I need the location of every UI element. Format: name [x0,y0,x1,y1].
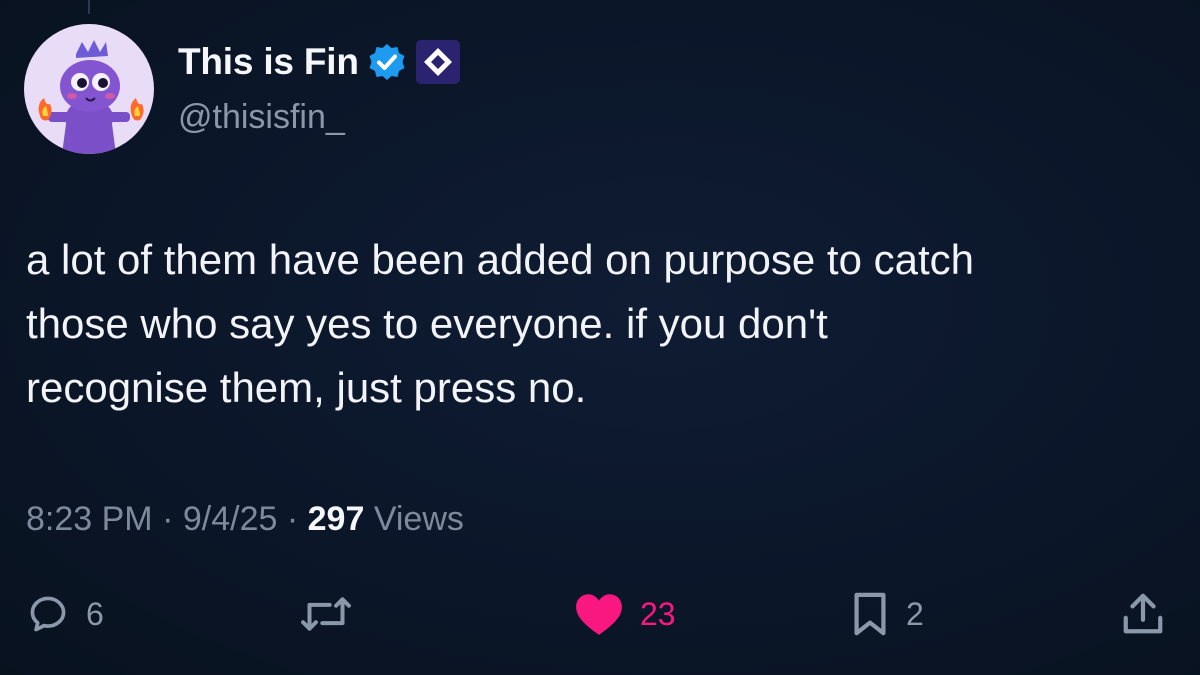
tweet-text-line: those who say yes to everyone. if you do… [26,300,828,347]
thread-connector-line [88,0,90,14]
meta-separator: · [286,500,299,538]
views-count: 297 [307,500,365,538]
share-icon [1123,593,1163,634]
tweet-text-line: recognise them, just press no. [26,364,587,411]
author-display-name[interactable]: This is Fin [178,41,359,83]
reply-icon [30,596,66,632]
avatar[interactable] [24,24,154,154]
tweet-text: a lot of them have been added on purpose… [26,228,1176,420]
bookmark-icon [854,592,886,636]
like-button[interactable]: 23 [574,590,676,638]
tweet-text-line: a lot of them have been added on purpose… [26,236,975,283]
repost-button[interactable] [298,590,354,638]
heart-icon [576,594,622,635]
author-handle[interactable]: @thisisfin_ [178,98,345,137]
like-count: 23 [640,595,676,632]
repost-icon [301,597,351,631]
tweet-metadata: 8:23 PM · 9/4/25 · 297 Views [26,500,464,539]
share-button[interactable] [1120,590,1166,638]
bookmark-count: 2 [906,595,924,632]
avatar-image [24,24,154,154]
meta-separator: · [162,500,174,538]
bookmark-button[interactable]: 2 [850,590,924,638]
verified-badge-icon[interactable] [367,42,407,82]
tweet-date[interactable]: 9/4/25 [183,500,278,538]
author-name-row: This is Fin [178,38,461,86]
tweet-time[interactable]: 8:23 PM [26,500,153,538]
reply-button[interactable]: 6 [26,590,104,638]
reply-count: 6 [86,595,104,632]
affiliate-badge-icon[interactable] [415,39,461,85]
views-label: Views [373,500,464,538]
